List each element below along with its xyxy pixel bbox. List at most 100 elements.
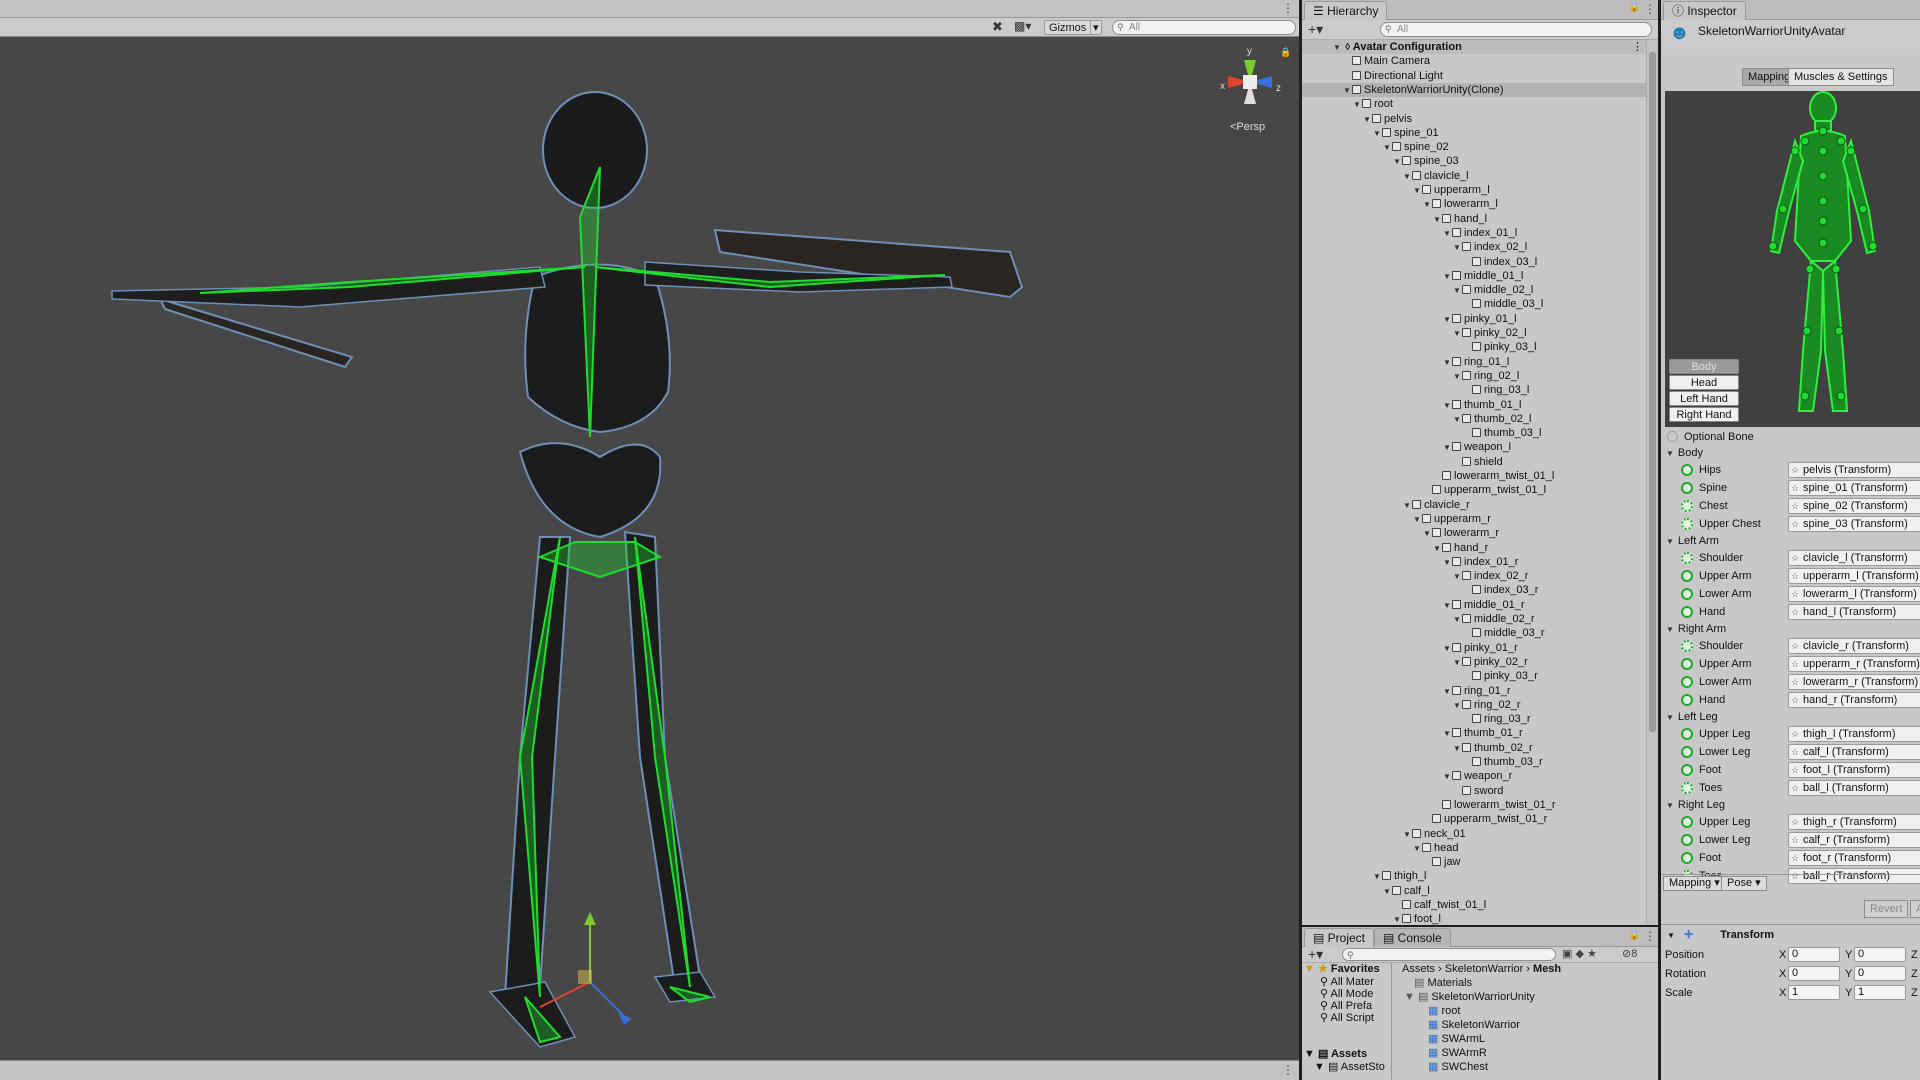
- hierarchy-row[interactable]: ▼ thumb_02_l: [1302, 412, 1648, 426]
- bone-transform-field[interactable]: pelvis (Transform): [1788, 462, 1920, 478]
- hierarchy-row[interactable]: ▼ lowerarm_l: [1302, 197, 1648, 211]
- hierarchy-row[interactable]: ring_03_r: [1302, 712, 1648, 726]
- bone-transform-field[interactable]: spine_03 (Transform): [1788, 516, 1920, 532]
- expand-arrow-icon[interactable]: ▼: [1452, 656, 1462, 670]
- expand-arrow-icon[interactable]: ▼: [1452, 370, 1462, 384]
- projection-label[interactable]: <Persp: [1230, 121, 1265, 133]
- bone-transform-field[interactable]: clavicle_l (Transform): [1788, 550, 1920, 566]
- hierarchy-row[interactable]: ▼ root: [1302, 97, 1648, 111]
- hierarchy-row[interactable]: ▼ index_01_r: [1302, 555, 1648, 569]
- bone-transform-field[interactable]: lowerarm_r (Transform): [1788, 674, 1920, 690]
- expand-arrow-icon[interactable]: ▼: [1442, 727, 1452, 741]
- expand-arrow-icon[interactable]: ▼: [1452, 699, 1462, 713]
- hierarchy-row[interactable]: ▼ weapon_l: [1302, 440, 1648, 454]
- hierarchy-scene-row[interactable]: ▼ ◊ Avatar Configuration ⋮: [1302, 40, 1648, 55]
- project-search-input[interactable]: [1342, 948, 1556, 962]
- transform-x-field[interactable]: 0: [1788, 966, 1840, 981]
- expand-arrow-icon[interactable]: ▼: [1412, 513, 1422, 527]
- hierarchy-row[interactable]: shield: [1302, 455, 1648, 469]
- bone-transform-field[interactable]: lowerarm_l (Transform): [1788, 586, 1920, 602]
- orientation-gizmo[interactable]: x y z 🔒: [1210, 42, 1291, 132]
- scene-search-input[interactable]: All: [1112, 20, 1296, 35]
- hierarchy-row[interactable]: middle_03_r: [1302, 626, 1648, 640]
- hierarchy-row[interactable]: ▼ head: [1302, 841, 1648, 855]
- scene-menu-icon[interactable]: ⋮: [1632, 40, 1643, 54]
- hierarchy-row[interactable]: sword: [1302, 784, 1648, 798]
- expand-arrow-icon[interactable]: ▼: [1402, 170, 1412, 184]
- hierarchy-row[interactable]: ▼ middle_01_l: [1302, 269, 1648, 283]
- bone-transform-field[interactable]: upperarm_l (Transform): [1788, 568, 1920, 584]
- hierarchy-row[interactable]: ▼ hand_r: [1302, 541, 1648, 555]
- project-file-list[interactable]: Assets › SkeletonWarrior › Mesh ▤ Materi…: [1394, 963, 1648, 1080]
- hierarchy-row[interactable]: ▼ middle_01_r: [1302, 598, 1648, 612]
- hierarchy-row[interactable]: thumb_03_l: [1302, 426, 1648, 440]
- expand-arrow-icon[interactable]: ▼: [1352, 98, 1362, 112]
- hierarchy-row[interactable]: pinky_03_l: [1302, 340, 1648, 354]
- hierarchy-row[interactable]: ▼ calf_l: [1302, 884, 1648, 898]
- collapse-arrow-icon[interactable]: ▼: [1666, 801, 1674, 810]
- collapse-arrow-icon[interactable]: ▼: [1666, 713, 1674, 722]
- transform-y-field[interactable]: 0: [1854, 966, 1906, 981]
- breadcrumb-assets[interactable]: Assets: [1402, 963, 1435, 975]
- scene-menu-icon[interactable]: ⋮: [1282, 1, 1294, 15]
- expand-arrow-icon[interactable]: ▼: [1432, 213, 1442, 227]
- tab-hierarchy[interactable]: ☰ Hierarchy: [1304, 1, 1388, 20]
- hierarchy-row[interactable]: thumb_03_r: [1302, 755, 1648, 769]
- hierarchy-row[interactable]: ▼ clavicle_l: [1302, 169, 1648, 183]
- tools-icon[interactable]: ✖: [992, 19, 1003, 35]
- skeleton-model[interactable]: [0, 37, 1299, 1060]
- expand-arrow-icon[interactable]: ▼: [1442, 356, 1452, 370]
- bone-group-header[interactable]: ▼ Left Arm: [1661, 533, 1719, 550]
- hierarchy-scroll-thumb[interactable]: [1649, 52, 1656, 732]
- transform-x-field[interactable]: 1: [1788, 985, 1840, 1000]
- hierarchy-row[interactable]: Directional Light: [1302, 69, 1648, 83]
- bone-transform-field[interactable]: calf_r (Transform): [1788, 832, 1920, 848]
- expand-arrow-icon[interactable]: ▼: [1442, 642, 1452, 656]
- hierarchy-row[interactable]: ▼ pinky_02_r: [1302, 655, 1648, 669]
- hierarchy-row[interactable]: ▼ lowerarm_r: [1302, 526, 1648, 540]
- hierarchy-row[interactable]: middle_03_l: [1302, 297, 1648, 311]
- gizmos-dropdown-icon[interactable]: ▾: [1090, 20, 1102, 35]
- tab-muscles-settings[interactable]: Muscles & Settings: [1788, 68, 1894, 86]
- expand-arrow-icon[interactable]: ▼: [1452, 327, 1462, 341]
- breadcrumb-mesh[interactable]: Mesh: [1533, 963, 1561, 975]
- hierarchy-row[interactable]: ▼ foot_l: [1302, 912, 1648, 925]
- project-file-item[interactable]: ▼ ▤ SkeletonWarriorUnity: [1404, 991, 1535, 1004]
- project-file-item[interactable]: ▦ root: [1428, 1005, 1460, 1018]
- hierarchy-row[interactable]: ▼ pinky_01_r: [1302, 641, 1648, 655]
- lock-icon[interactable]: 🔒: [1628, 2, 1640, 13]
- avatar-part-button[interactable]: Body: [1669, 359, 1739, 374]
- tab-inspector[interactable]: ⓘ Inspector: [1663, 1, 1746, 20]
- expand-arrow-icon[interactable]: ▼: [1452, 570, 1462, 584]
- expand-arrow-icon[interactable]: ▼: [1452, 413, 1462, 427]
- expand-arrow-icon[interactable]: ▼: [1452, 284, 1462, 298]
- bone-transform-field[interactable]: hand_l (Transform): [1788, 604, 1920, 620]
- transform-x-field[interactable]: 0: [1788, 947, 1840, 962]
- bone-transform-field[interactable]: foot_l (Transform): [1788, 762, 1920, 778]
- hierarchy-menu-icon[interactable]: ⋮: [1644, 2, 1656, 16]
- expand-arrow-icon[interactable]: ▼: [1332, 41, 1342, 55]
- hierarchy-row[interactable]: ▼ index_02_r: [1302, 569, 1648, 583]
- expand-arrow-icon[interactable]: ▼: [1372, 127, 1382, 141]
- project-file-item[interactable]: ▦ SkeletonWarrior: [1428, 1019, 1520, 1032]
- apply-button[interactable]: Ap: [1910, 900, 1920, 918]
- bone-transform-field[interactable]: ball_l (Transform): [1788, 780, 1920, 796]
- expand-arrow-icon[interactable]: ▼: [1442, 770, 1452, 784]
- pose-dropdown[interactable]: Pose ▾: [1721, 876, 1767, 891]
- expand-arrow-icon[interactable]: ▼: [1412, 184, 1422, 198]
- expand-arrow-icon[interactable]: ▼: [1402, 828, 1412, 842]
- collapse-arrow-icon[interactable]: ▼: [1666, 625, 1674, 634]
- expand-arrow-icon[interactable]: ▼: [1442, 441, 1452, 455]
- avatar-body-diagram[interactable]: Body Head Left Hand Right Hand: [1665, 91, 1920, 427]
- hierarchy-row[interactable]: ▼ thumb_01_l: [1302, 398, 1648, 412]
- collapse-arrow-icon[interactable]: ▼: [1667, 931, 1675, 940]
- hidden-icon[interactable]: ⊘8: [1622, 947, 1637, 960]
- hierarchy-row[interactable]: ▼ spine_01: [1302, 126, 1648, 140]
- expand-arrow-icon[interactable]: ▼: [1392, 913, 1402, 925]
- asset-folder[interactable]: ▼ ▤ AssetSto: [1314, 1061, 1385, 1074]
- expand-arrow-icon[interactable]: ▼: [1382, 141, 1392, 155]
- mapping-dropdown[interactable]: Mapping ▾: [1663, 876, 1726, 891]
- hierarchy-row[interactable]: Main Camera: [1302, 54, 1648, 68]
- avatar-part-button[interactable]: Head: [1669, 375, 1739, 390]
- bone-transform-field[interactable]: spine_01 (Transform): [1788, 480, 1920, 496]
